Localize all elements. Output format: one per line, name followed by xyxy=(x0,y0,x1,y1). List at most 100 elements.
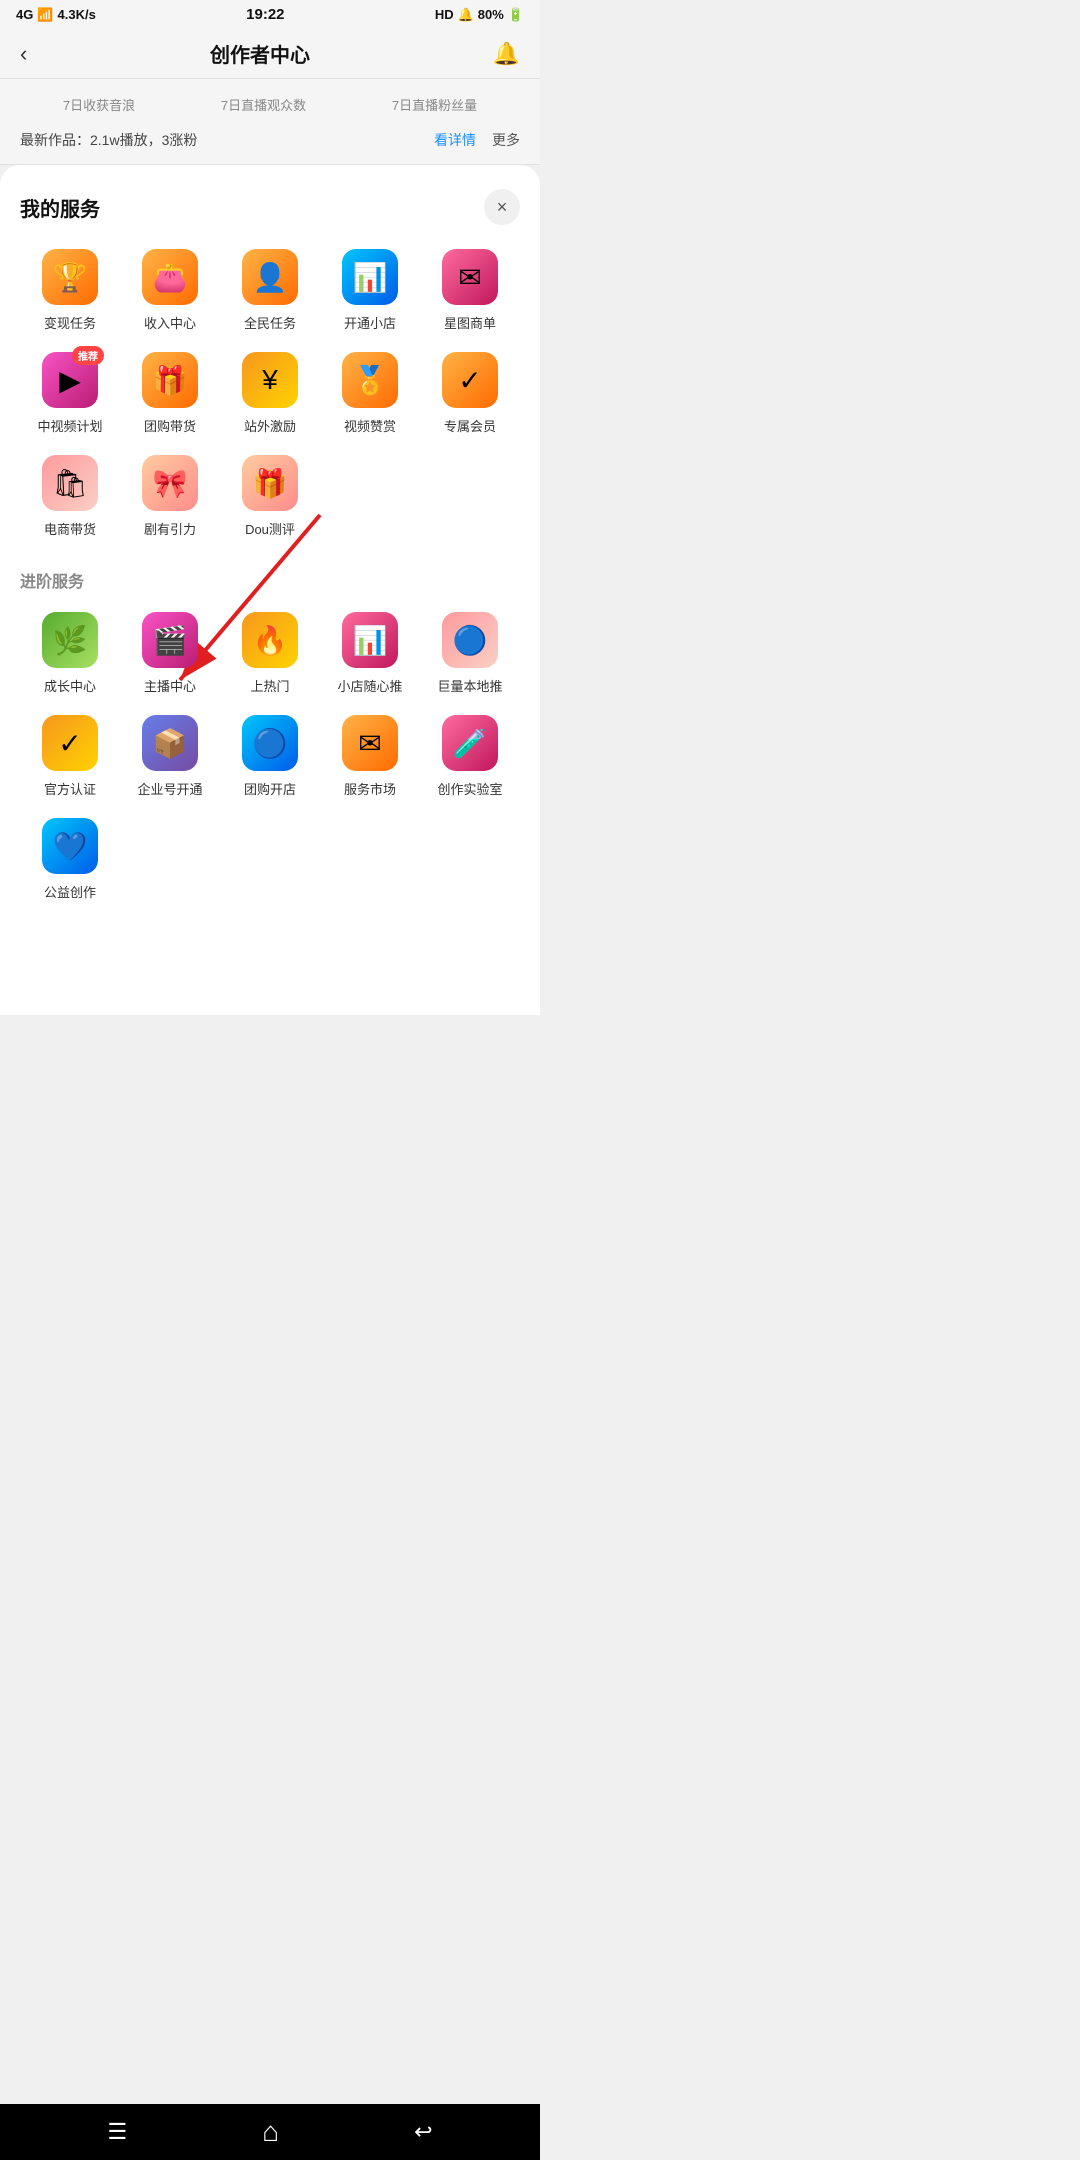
service-icon-tuangoudian: 🔵 xyxy=(242,715,298,771)
service-icon-chengzhang: 🌿 xyxy=(42,612,98,668)
panel-header: 我的服务 × xyxy=(20,189,520,225)
service-item-tuangou[interactable]: 🎁团购带货 xyxy=(120,352,220,435)
service-item-zhongshipin[interactable]: ▶推荐中视频计划 xyxy=(20,352,120,435)
time-label: 19:22 xyxy=(246,6,284,23)
service-label-zhongshipin: 中视频计划 xyxy=(37,416,102,435)
network-label: 4G xyxy=(16,7,33,22)
status-bar: 4G 📶 4.3K/s 19:22 HD 🔔 80% 🔋 xyxy=(0,0,540,29)
service-label-guanfang: 官方认证 xyxy=(44,779,96,798)
service-icon-biandian: 🏆 xyxy=(42,249,98,305)
service-label-quanmin: 全民任务 xyxy=(244,313,296,332)
latest-work-actions: 看详情 更多 xyxy=(434,130,520,150)
close-button[interactable]: × xyxy=(484,189,520,225)
stats-row: 7日收获音浪 7日直播观众数 7日直播粉丝量 xyxy=(20,95,520,114)
service-label-zhuanshu: 专属会员 xyxy=(444,416,496,435)
service-item-dianshang[interactable]: 🛍 电商带货 xyxy=(20,455,120,538)
service-icon-xiaodian: 📊 xyxy=(342,612,398,668)
service-label-xingtu: 星图商单 xyxy=(444,313,496,332)
hd-label: HD xyxy=(435,7,454,22)
service-icon-zhanzhuji: ¥ xyxy=(242,352,298,408)
service-item-juliang[interactable]: 🔵巨量本地推 xyxy=(420,612,520,695)
service-item-chuangzuo[interactable]: 🧪 创作实验室 xyxy=(420,715,520,798)
service-label-fuwu: 服务市场 xyxy=(344,779,396,798)
service-icon-kaitong: 📊 xyxy=(342,249,398,305)
service-icon-chuangzuo: 🧪 xyxy=(442,715,498,771)
service-item-fuwu[interactable]: ✉ 服务市场 xyxy=(320,715,420,798)
back-button[interactable]: ‹ xyxy=(20,41,27,67)
service-item-kaitong[interactable]: 📊开通小店 xyxy=(320,249,420,332)
service-label-dou: Dou测评 xyxy=(245,519,295,538)
service-icon-guanfang: ✓ xyxy=(42,715,98,771)
badge-zhongshipin: 推荐 xyxy=(72,346,104,365)
speed-label: 4.3K/s xyxy=(58,7,96,22)
service-item-biandian[interactable]: 🏆变现任务 xyxy=(20,249,120,332)
service-icon-juliang: 🔵 xyxy=(442,612,498,668)
service-icon-fuwu: ✉ xyxy=(342,715,398,771)
service-icon-shipin: 🏅 xyxy=(342,352,398,408)
service-item-zhuanshu[interactable]: ✓ 专属会员 xyxy=(420,352,520,435)
service-icon-zhuanshu: ✓ xyxy=(442,352,498,408)
advanced-grid: 🌿 成长中心 🎬 主播中心 🔥 上热门 📊 小店随心推 🔵巨量本地推 ✓ 官方认证 📦企业号开通 🔵 团购… xyxy=(20,612,520,901)
notification-button[interactable]: 🔔 xyxy=(493,41,520,67)
service-label-zhubo: 主播中心 xyxy=(144,676,196,695)
top-banner: 7日收获音浪 7日直播观众数 7日直播粉丝量 最新作品：2.1w播放，3涨粉 看… xyxy=(0,79,540,165)
service-label-juyou: 剧有引力 xyxy=(144,519,196,538)
stat-fans: 7日直播粉丝量 xyxy=(392,95,477,114)
battery-label: 80% xyxy=(478,7,504,22)
page-title: 创作者中心 xyxy=(210,39,310,68)
back-nav-icon[interactable]: ↩ xyxy=(414,2119,432,2145)
service-item-juyou[interactable]: 🎀 剧有引力 xyxy=(120,455,220,538)
latest-work-text: 最新作品：2.1w播放，3涨粉 xyxy=(20,130,197,150)
service-item-zhubo[interactable]: 🎬 主播中心 xyxy=(120,612,220,695)
service-icon-quanmin: 👤 xyxy=(242,249,298,305)
service-item-quanmin[interactable]: 👤 全民任务 xyxy=(220,249,320,332)
latest-work-row: 最新作品：2.1w播放，3涨粉 看详情 更多 xyxy=(20,126,520,154)
service-icon-zhongshipin: ▶推荐 xyxy=(42,352,98,408)
bottom-nav: ☰ ⌂ ↩ xyxy=(0,2104,540,2160)
advanced-section-title: 进阶服务 xyxy=(20,568,520,592)
service-item-zhanzhuji[interactable]: ¥ 站外激励 xyxy=(220,352,320,435)
service-label-chuangzuo: 创作实验室 xyxy=(437,779,502,798)
service-item-xingtu[interactable]: ✉ 星图商单 xyxy=(420,249,520,332)
service-item-reshang[interactable]: 🔥 上热门 xyxy=(220,612,320,695)
service-label-gongyi: 公益创作 xyxy=(44,882,96,901)
service-label-xiaodian: 小店随心推 xyxy=(337,676,402,695)
more-link[interactable]: 更多 xyxy=(492,130,520,150)
service-label-reshang: 上热门 xyxy=(250,676,289,695)
service-icon-gongyi: 💙 xyxy=(42,818,98,874)
signal-icon: 📶 xyxy=(37,7,53,23)
service-item-chengzhang[interactable]: 🌿 成长中心 xyxy=(20,612,120,695)
service-icon-juyou: 🎀 xyxy=(142,455,198,511)
stat-audio: 7日收获音浪 xyxy=(63,95,135,114)
service-icon-zhubo: 🎬 xyxy=(142,612,198,668)
service-item-shouru[interactable]: 👛 收入中心 xyxy=(120,249,220,332)
stat-audience: 7日直播观众数 xyxy=(221,95,306,114)
battery-icon: 🔋 xyxy=(508,7,524,23)
panel-title: 我的服务 xyxy=(20,193,100,222)
service-icon-shouru: 👛 xyxy=(142,249,198,305)
service-item-tuangoudian[interactable]: 🔵 团购开店 xyxy=(220,715,320,798)
wifi-icon: 🔔 xyxy=(458,7,474,23)
status-right: HD 🔔 80% 🔋 xyxy=(435,7,524,23)
nav-bar: ‹ 创作者中心 🔔 xyxy=(0,29,540,79)
service-label-shipin: 视频赞赏 xyxy=(344,416,396,435)
service-item-xiaodian[interactable]: 📊 小店随心推 xyxy=(320,612,420,695)
service-item-guanfang[interactable]: ✓ 官方认证 xyxy=(20,715,120,798)
service-label-tuangoudian: 团购开店 xyxy=(244,779,296,798)
service-label-dianshang: 电商带货 xyxy=(44,519,96,538)
home-icon[interactable]: ⌂ xyxy=(262,2116,279,2148)
service-item-shipin[interactable]: 🏅 视频赞赏 xyxy=(320,352,420,435)
service-label-shouru: 收入中心 xyxy=(144,313,196,332)
detail-link[interactable]: 看详情 xyxy=(434,130,476,150)
service-label-qiye: 企业号开通 xyxy=(137,779,202,798)
service-label-zhanzhuji: 站外激励 xyxy=(244,416,296,435)
service-icon-dianshang: 🛍 xyxy=(42,455,98,511)
service-item-qiye[interactable]: 📦企业号开通 xyxy=(120,715,220,798)
service-label-chengzhang: 成长中心 xyxy=(44,676,96,695)
service-icon-reshang: 🔥 xyxy=(242,612,298,668)
menu-icon[interactable]: ☰ xyxy=(107,2119,127,2145)
service-item-gongyi[interactable]: 💙 公益创作 xyxy=(20,818,120,901)
services-grid: 🏆变现任务👛收入中心👤全民任务📊开通小店✉星图商单▶推荐中视频计划🎁团购带货¥站… xyxy=(20,249,520,538)
service-item-dou[interactable]: 🎁Dou测评 xyxy=(220,455,320,538)
service-icon-xingtu: ✉ xyxy=(442,249,498,305)
